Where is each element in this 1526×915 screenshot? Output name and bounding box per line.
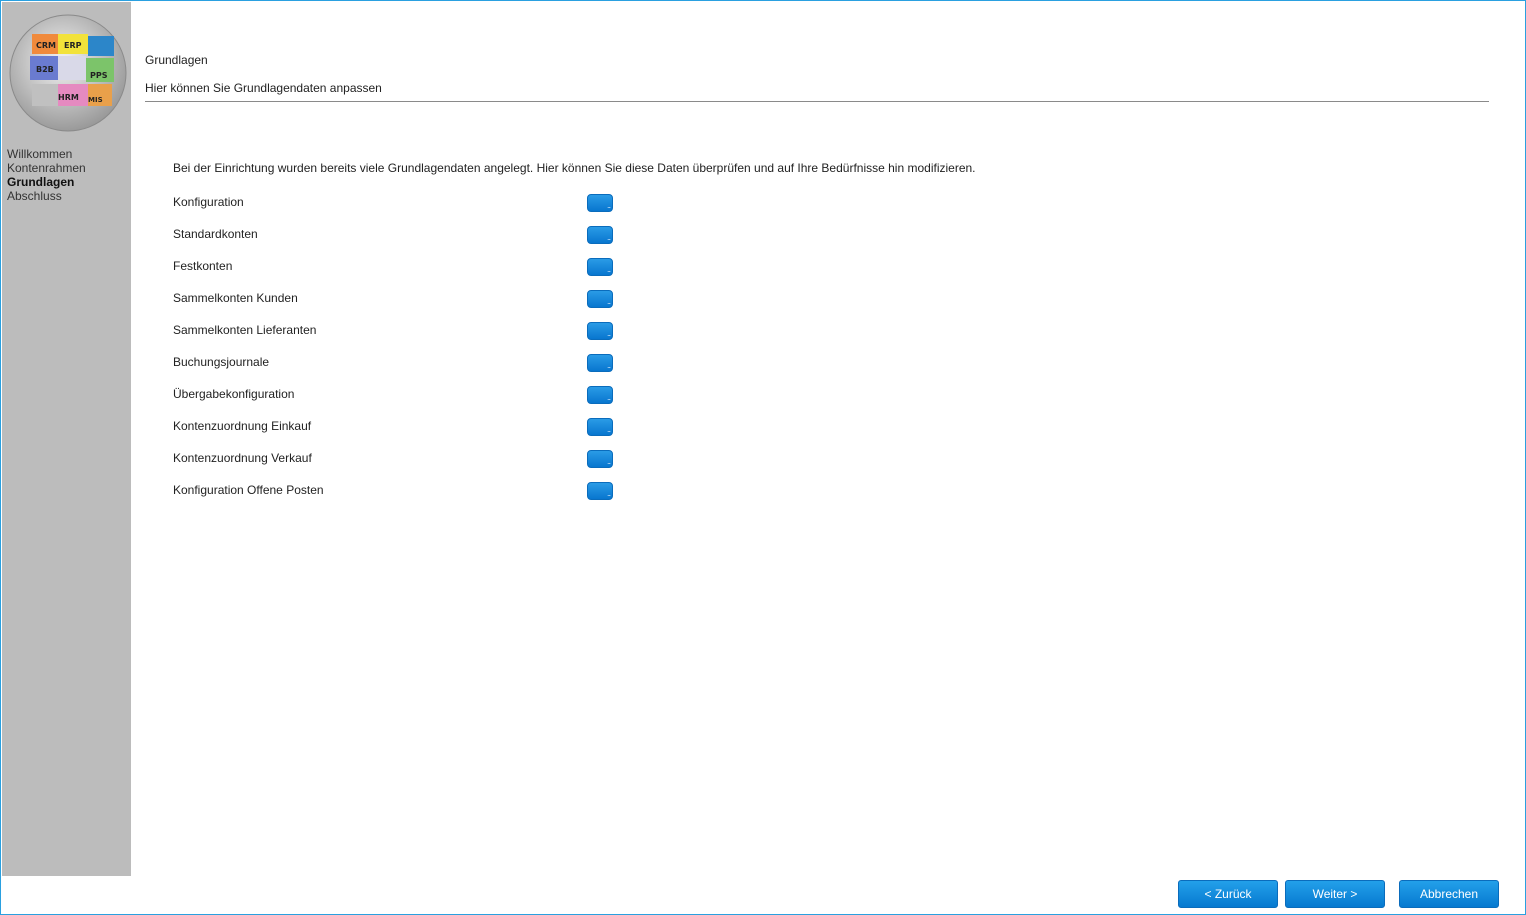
- page-title: Grundlagen: [145, 53, 208, 67]
- row-label: Konfiguration Offene Posten: [173, 483, 324, 497]
- row-label: Sammelkonten Kunden: [173, 291, 298, 305]
- settings-row-kontenzuordnung-verkauf: Kontenzuordnung Verkauf ...: [173, 448, 633, 480]
- svg-text:B2B: B2B: [36, 65, 54, 74]
- logo-globe-icon: CRM ERP B2B PPS HRM MIS: [9, 14, 127, 132]
- nav-item-abschluss[interactable]: Abschluss: [7, 189, 86, 203]
- ellipsis-icon: ...: [607, 331, 611, 338]
- ellipsis-icon: ...: [607, 459, 611, 466]
- ellipsis-icon: ...: [607, 427, 611, 434]
- ellipsis-icon: ...: [607, 267, 611, 274]
- page-subtitle: Hier können Sie Grundlagendaten anpassen: [145, 81, 382, 95]
- ellipsis-icon: ...: [607, 395, 611, 402]
- header-divider: [145, 101, 1489, 102]
- row-label: Kontenzuordnung Verkauf: [173, 451, 312, 465]
- edit-festkonten-button[interactable]: ...: [587, 258, 613, 276]
- settings-row-festkonten: Festkonten ...: [173, 256, 633, 288]
- ellipsis-icon: ...: [607, 235, 611, 242]
- edit-buchungsjournale-button[interactable]: ...: [587, 354, 613, 372]
- edit-uebergabekonfiguration-button[interactable]: ...: [587, 386, 613, 404]
- sidebar: CRM ERP B2B PPS HRM MIS Willkommen Konte…: [2, 2, 131, 876]
- ellipsis-icon: ...: [607, 203, 611, 210]
- svg-text:MIS: MIS: [88, 96, 103, 104]
- wizard-step-nav: Willkommen Kontenrahmen Grundlagen Absch…: [7, 147, 86, 203]
- row-label: Kontenzuordnung Einkauf: [173, 419, 312, 433]
- settings-row-konfiguration-offene-posten: Konfiguration Offene Posten ...: [173, 480, 633, 512]
- edit-kontenzuordnung-verkauf-button[interactable]: ...: [587, 450, 613, 468]
- svg-text:CRM: CRM: [36, 41, 56, 50]
- intro-text: Bei der Einrichtung wurden bereits viele…: [173, 161, 976, 175]
- ellipsis-icon: ...: [607, 491, 611, 498]
- settings-list: Konfiguration ... Standardkonten ... Fes…: [173, 192, 633, 512]
- row-label: Sammelkonten Lieferanten: [173, 323, 317, 337]
- settings-row-sammelkonten-kunden: Sammelkonten Kunden ...: [173, 288, 633, 320]
- row-label: Standardkonten: [173, 227, 258, 241]
- settings-row-sammelkonten-lieferanten: Sammelkonten Lieferanten ...: [173, 320, 633, 352]
- ellipsis-icon: ...: [607, 363, 611, 370]
- edit-konfiguration-offene-posten-button[interactable]: ...: [587, 482, 613, 500]
- row-label: Konfiguration: [173, 195, 244, 209]
- nav-item-grundlagen[interactable]: Grundlagen: [7, 175, 86, 189]
- settings-row-konfiguration: Konfiguration ...: [173, 192, 633, 224]
- settings-row-uebergabekonfiguration: Übergabekonfiguration ...: [173, 384, 633, 416]
- nav-item-willkommen[interactable]: Willkommen: [7, 147, 86, 161]
- back-button[interactable]: < Zurück: [1178, 880, 1278, 908]
- cancel-button[interactable]: Abbrechen: [1399, 880, 1499, 908]
- row-label: Übergabekonfiguration: [173, 387, 295, 401]
- settings-row-kontenzuordnung-einkauf: Kontenzuordnung Einkauf ...: [173, 416, 633, 448]
- edit-sammelkonten-lieferanten-button[interactable]: ...: [587, 322, 613, 340]
- row-label: Buchungsjournale: [173, 355, 270, 369]
- svg-text:ERP: ERP: [64, 41, 82, 50]
- edit-sammelkonten-kunden-button[interactable]: ...: [587, 290, 613, 308]
- edit-standardkonten-button[interactable]: ...: [587, 226, 613, 244]
- settings-row-standardkonten: Standardkonten ...: [173, 224, 633, 256]
- next-button[interactable]: Weiter >: [1285, 880, 1385, 908]
- edit-konfiguration-button[interactable]: ...: [587, 194, 613, 212]
- svg-text:HRM: HRM: [58, 93, 79, 102]
- nav-item-kontenrahmen[interactable]: Kontenrahmen: [7, 161, 86, 175]
- row-label: Festkonten: [173, 259, 233, 273]
- ellipsis-icon: ...: [607, 299, 611, 306]
- edit-kontenzuordnung-einkauf-button[interactable]: ...: [587, 418, 613, 436]
- svg-text:PPS: PPS: [90, 71, 108, 80]
- settings-row-buchungsjournale: Buchungsjournale ...: [173, 352, 633, 384]
